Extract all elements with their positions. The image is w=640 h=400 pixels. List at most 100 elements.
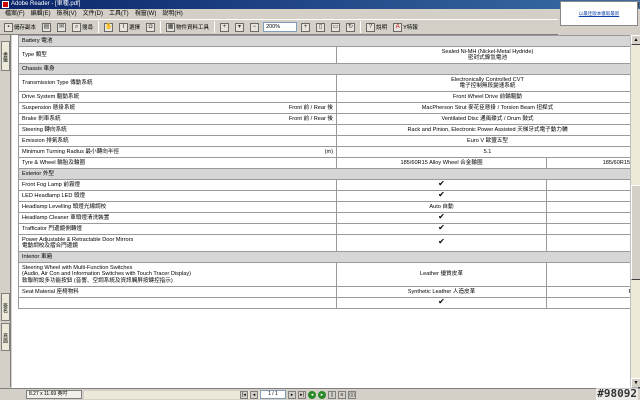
document-view[interactable]: Battery 電池 Type 類型 Sealed Ni-MH (Nickel-Me… (12, 35, 630, 388)
facing-layout-button[interactable]: ▯▯ (348, 390, 356, 399)
print-button[interactable]: ▤ (40, 21, 53, 33)
floppy-icon: ▪ (4, 22, 13, 32)
tab-bookmarks[interactable]: 書籤 (1, 41, 10, 71)
fit-page-button[interactable]: ▯ (314, 21, 327, 33)
zoom-input[interactable]: 200% (263, 22, 298, 32)
spec-label: Suspension 懸掛系統 (22, 104, 76, 111)
page-number-input[interactable]: 1 / 1 (260, 390, 286, 399)
spec-value-cell: Ventilated Disc 通風碟式 / Drum 鼓式 (335, 113, 630, 125)
spec-value-cell: 5.1 (335, 146, 630, 158)
chevron-down-icon: ▾ (235, 22, 245, 32)
spec-value-line: Euro V 歐盟五型 (466, 137, 509, 144)
adobe-online-label: Y特報 (403, 25, 418, 31)
spec-label-cell: Front 前 / Rear 後 Suspension 懸掛系統 (18, 102, 337, 114)
spec-label-cell: (m) Minimum Turning Radius 最小轉向半徑 (18, 146, 337, 158)
save-copy-label: 儲存副本 (14, 25, 37, 31)
previous-page-button[interactable]: ◂ (250, 390, 258, 399)
table-row: Type 類型 Sealed Ni-MH (Nickel-Metal Hydrid… (18, 46, 630, 64)
toolbar: ▪ 儲存副本 ▤ ✉ ⌕ 搜尋 ✋ I 選擇 ◘ ▦ 物件資料工具 + ▾ − … (0, 19, 558, 35)
table-row: Front 前 / Rear 後 Brake 剎車系統 Ventilated Dis… (18, 113, 630, 125)
zoom-in-button[interactable]: + (218, 21, 231, 33)
help-button[interactable]: ? 說明 (364, 21, 389, 33)
table-row: Drive System 驅動系統 Front Wheel Drive 前輪驅動 (18, 91, 630, 103)
spec-label: Steering 轉向系統 (22, 126, 67, 133)
go-back-icon[interactable]: ◂ (308, 390, 316, 399)
spec-label-cell (18, 297, 337, 309)
spec-value-a: Auto 自動 (429, 203, 454, 210)
spec-value-line: Ventilated Disc 通風碟式 / Drum 鼓式 (441, 115, 534, 122)
page-navigation: |◂ ◂ 1 / 1 ▸ ▸| ◂ ▸ ▯ ≡ ▯▯ (240, 390, 356, 399)
menu-edit[interactable]: 編輯(E) (28, 9, 54, 19)
continuous-layout-button[interactable]: ≡ (338, 390, 346, 399)
menu-tools[interactable]: 工具(T) (106, 9, 132, 19)
spec-value-cell: Rack and Pinion, Electronic Power Assist… (335, 124, 630, 136)
menu-window[interactable]: 視窗(W) (132, 9, 160, 19)
menu-document[interactable]: 文件(D) (80, 9, 106, 19)
email-button[interactable]: ✉ (55, 21, 68, 33)
scroll-thumb[interactable] (631, 185, 640, 280)
spec-value-cell-b (545, 297, 630, 309)
object-data-tool-button[interactable]: ▦ 物件資料工具 (164, 21, 211, 33)
help-label: 說明 (376, 25, 388, 31)
spec-value-a: 185/60R15 Alloy Wheel 合金輪圈 (400, 159, 483, 166)
go-forward-icon[interactable]: ▸ (318, 390, 326, 399)
spec-label-cell: Drive System 驅動系統 (18, 91, 337, 103)
spec-value-cell-b (545, 223, 630, 235)
table-row: Trafficator 門邊鏡側轉燈 ✔ (18, 223, 630, 235)
select-tool-button[interactable]: I 選擇 (117, 21, 142, 33)
spec-unit-label: Front 前 / Rear 後 (288, 115, 333, 122)
promo-banner[interactable]: 以最佳版本獲取最新 (560, 1, 638, 26)
search-button[interactable]: ⌕ 搜尋 (70, 21, 95, 33)
spec-value-cell-b: Fa (545, 286, 630, 298)
zoom-dropdown-button[interactable]: + (299, 21, 312, 33)
snapshot-tool-button[interactable]: ◘ (144, 21, 157, 33)
single-page-layout-button[interactable]: ▯ (328, 390, 336, 399)
page-icon: ▯ (316, 22, 326, 32)
menu-view[interactable]: 檢視(V) (54, 9, 80, 19)
spec-label: Seat Material 座椅物料 (22, 288, 79, 295)
toolbar-separator (360, 21, 362, 33)
scroll-up-arrow[interactable]: ▲ (631, 35, 640, 45)
hand-tool-button[interactable]: ✋ (102, 21, 115, 33)
first-page-button[interactable]: |◂ (240, 390, 248, 399)
camera-icon: ◘ (146, 22, 156, 32)
spec-value-cell-a: 185/60R15 Alloy Wheel 合金輪圈 (336, 157, 547, 169)
menu-file[interactable]: 檔案(F) (2, 9, 28, 19)
spec-label: Transmission Type 傳動系統 (22, 79, 93, 86)
spec-label: Front Fog Lamp 前霧燈 (22, 181, 81, 188)
adobe-online-button[interactable]: A Y特報 (391, 21, 420, 33)
rotate-icon: ↻ (346, 22, 356, 32)
spec-value-cell-b (545, 262, 630, 287)
page-back-button[interactable]: − (248, 21, 261, 33)
spec-value-cell: Electronically Controlled CVT 電子控制無段變速系統 (335, 74, 630, 92)
tab-signatures[interactable]: 簽名 (1, 293, 10, 321)
checkmark-icon: ✔ (438, 297, 445, 307)
tab-pages[interactable]: 頁面 (1, 323, 10, 351)
checkmark-icon: ✔ (438, 190, 445, 200)
section-cell: Interior 車廂 (17, 251, 630, 263)
status-bar: 8.27 x 11.69 英吋 |◂ ◂ 1 / 1 ▸ ▸| ◂ ▸ ▯ ≡ … (0, 387, 640, 400)
spec-value-cell: MacPherson Strut 麥花臣懸掛 / Torsion Beam 扭桿… (335, 102, 630, 114)
fit-width-button[interactable]: ▭ (329, 21, 342, 33)
spec-label: Headlamp Cleaner 車頭燈清洗裝置 (22, 214, 110, 221)
spec-value-cell-a: ✔ (336, 223, 547, 235)
spec-value-cell-b: 185/60R15 F (545, 157, 630, 169)
table-row: Steering Wheel with Multi-Function Switc… (18, 262, 630, 287)
next-page-button[interactable]: ▸ (288, 390, 296, 399)
checkmark-icon: ✔ (438, 212, 445, 222)
last-page-button[interactable]: ▸| (298, 390, 306, 399)
spec-value-line: Rack and Pinion, Electronic Power Assist… (407, 126, 568, 133)
minus-circle-icon: − (250, 22, 260, 32)
rotate-button[interactable]: ↻ (344, 21, 357, 33)
zoom-menu-button[interactable]: ▾ (233, 21, 246, 33)
section-header-row: Chassis 車身 (17, 63, 630, 75)
vertical-scrollbar[interactable]: ▲ ▼ (630, 35, 640, 388)
promo-link[interactable]: 以最佳版本獲取最新 (579, 11, 620, 17)
save-copy-button[interactable]: ▪ 儲存副本 (2, 21, 38, 33)
menu-help[interactable]: 說明(H) (159, 9, 185, 19)
table-row: ✔ (18, 297, 630, 309)
watermark: #98092 (596, 387, 638, 400)
toolbar-separator (160, 21, 162, 33)
spec-label: Brake 剎車系統 (22, 115, 61, 122)
checkmark-icon: ✔ (438, 237, 445, 247)
